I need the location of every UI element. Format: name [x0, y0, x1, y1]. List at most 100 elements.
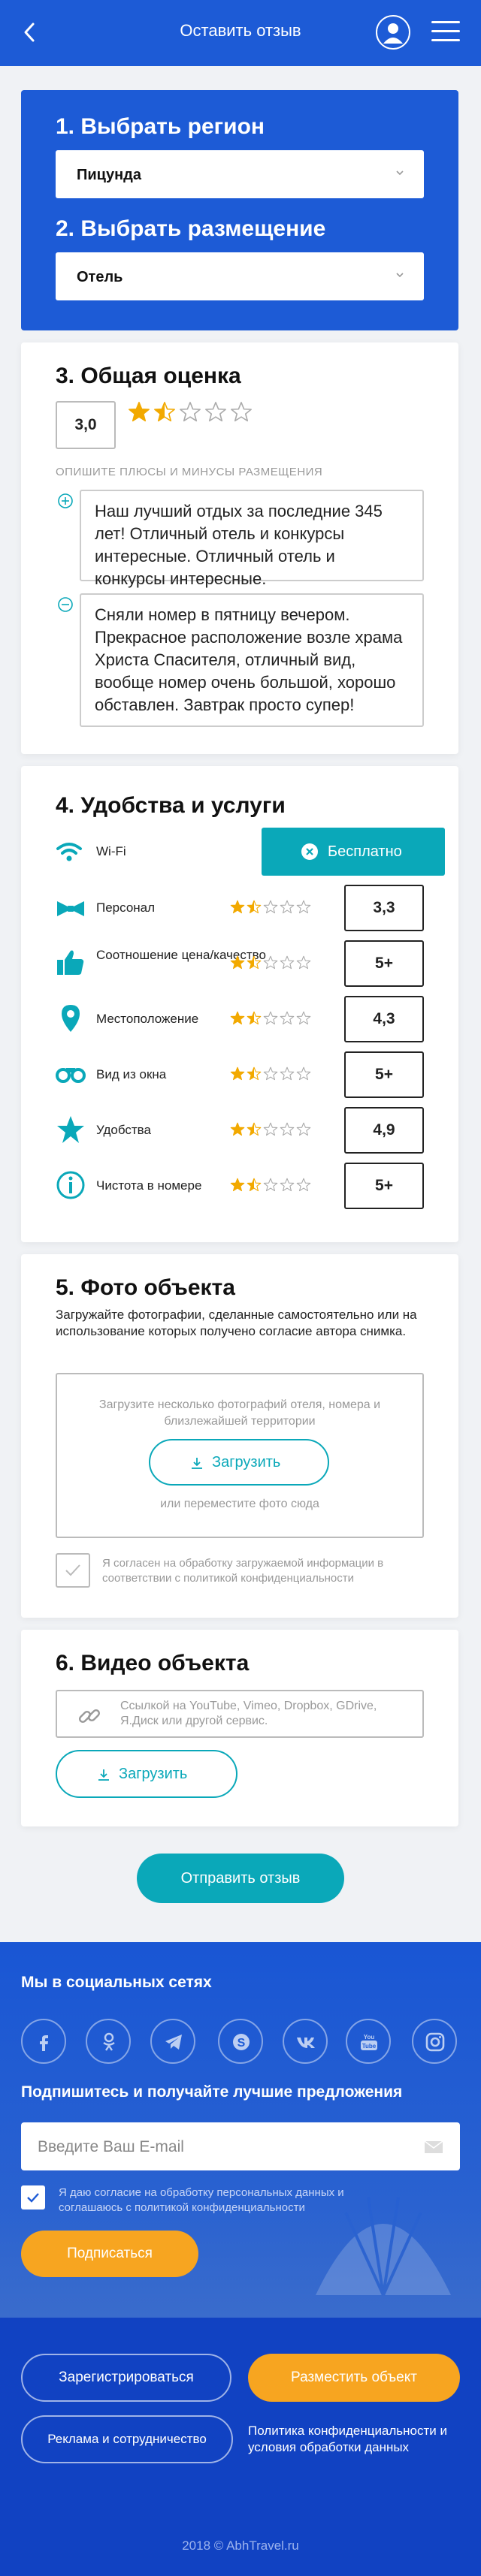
photo-consent-text: Я согласен на обработку загружаемой инфо…	[102, 1557, 384, 1585]
rating-star-icon[interactable]	[280, 1122, 295, 1137]
privacy-link[interactable]: Политика конфиденциальности и условия об…	[248, 2423, 460, 2456]
region-value: Пицунда	[77, 167, 141, 183]
chevron-down-icon	[396, 170, 404, 176]
amenity-stars[interactable]	[230, 955, 311, 970]
rating-star-icon[interactable]	[179, 401, 201, 424]
rating-star-icon[interactable]	[296, 1066, 311, 1081]
mail-icon	[424, 2140, 443, 2153]
pros-textarea[interactable]: Наш лучший отдых за последние 345 лет! О…	[80, 490, 424, 588]
rating-star-icon[interactable]	[280, 900, 295, 915]
vk-icon[interactable]	[283, 2019, 328, 2064]
cons-textarea[interactable]: Сняли номер в пятницу вечером. Прекрасно…	[80, 593, 424, 727]
amenity-row: Местоположение 4,3	[56, 996, 424, 1042]
rating-star-icon[interactable]	[263, 1066, 278, 1081]
video-link-input[interactable]: Ссылкой на YouTube, Vimeo, Dropbox, GDri…	[56, 1690, 424, 1738]
menu-icon[interactable]	[431, 21, 460, 44]
amenity-stars[interactable]	[230, 1066, 311, 1081]
amenity-label: Вид из окна	[96, 1067, 167, 1081]
instagram-icon[interactable]	[412, 2019, 457, 2064]
amenity-stars[interactable]	[230, 1011, 311, 1026]
odnoklassniki-icon[interactable]	[86, 2019, 131, 2064]
rating-star-icon[interactable]	[247, 1011, 262, 1026]
rating-star-icon[interactable]	[280, 1178, 295, 1193]
rating-star-icon[interactable]	[280, 955, 295, 970]
rating-star-icon[interactable]	[280, 1011, 295, 1026]
skype-icon[interactable]: S	[218, 2019, 263, 2064]
photo-upload-button[interactable]: Загрузить	[149, 1439, 329, 1486]
subscribe-button[interactable]: Подписаться	[21, 2231, 198, 2277]
rating-star-icon[interactable]	[263, 1011, 278, 1026]
amenity-stars[interactable]	[230, 1122, 311, 1137]
social-heading: Мы в социальных сетях	[21, 1974, 212, 1991]
rating-star-icon[interactable]	[296, 1178, 311, 1193]
rating-star-icon[interactable]	[263, 1122, 278, 1137]
rating-star-icon[interactable]	[296, 1011, 311, 1026]
amenity-label: Удобства	[96, 1123, 151, 1137]
rating-star-icon[interactable]	[296, 955, 311, 970]
place-object-button[interactable]: Разместить объект	[248, 2354, 460, 2402]
user-avatar-icon[interactable]	[376, 15, 410, 50]
placement-heading: 2. Выбрать размещение	[56, 216, 326, 241]
region-select[interactable]: Пицунда	[56, 150, 424, 198]
photo-heading: 5. Фото объекта	[56, 1275, 235, 1300]
rating-star-icon[interactable]	[230, 1178, 245, 1193]
drag-hint: или переместите фото сюда	[160, 1498, 319, 1510]
photo-dropzone[interactable]: Загрузите несколько фотографий отеля, но…	[56, 1373, 424, 1538]
rating-star-icon[interactable]	[247, 955, 262, 970]
check-icon	[27, 2193, 39, 2203]
rating-star-icon[interactable]	[280, 1066, 295, 1081]
upload-icon	[98, 1769, 109, 1781]
overall-heading: 3. Общая оценка	[56, 363, 241, 388]
video-upload-button[interactable]: Загрузить	[56, 1750, 237, 1798]
overall-card: 3. Общая оценка 3,0 ОПИШИТЕ ПЛЮСЫ И МИНУ…	[21, 342, 458, 754]
placement-select[interactable]: Отель	[56, 252, 424, 300]
youtube-icon[interactable]: You Tube	[346, 2019, 391, 2064]
wifi-free-toggle[interactable]: Бесплатно	[262, 828, 445, 876]
rating-star-icon[interactable]	[230, 955, 245, 970]
subscribe-consent-checkbox[interactable]	[21, 2185, 45, 2210]
top-bar: Оставить отзыв	[0, 0, 481, 66]
free-label: Бесплатно	[328, 843, 402, 860]
register-button[interactable]: Зарегистрироваться	[21, 2354, 231, 2402]
rating-star-icon[interactable]	[230, 900, 245, 915]
rating-star-icon[interactable]	[204, 401, 227, 424]
subscribe-heading: Подпишитесь и получайте лучшие предложен…	[21, 2083, 403, 2101]
submit-review-button[interactable]: Отправить отзыв	[137, 1854, 344, 1903]
overall-stars[interactable]	[128, 401, 253, 424]
facebook-icon[interactable]	[21, 2019, 66, 2064]
rating-star-icon[interactable]	[128, 401, 150, 424]
amenities-card: 4. Удобства и услуги Wi-Fi Бесплатно Пер…	[21, 766, 458, 1242]
rating-star-icon[interactable]	[247, 1178, 262, 1193]
email-input[interactable]: Введите Ваш E-mail	[21, 2122, 460, 2170]
amenity-row: Чистота в номере 5+	[56, 1163, 424, 1209]
ads-button[interactable]: Реклама и сотрудничество	[21, 2415, 233, 2463]
svg-text:S: S	[237, 2037, 246, 2050]
video-heading: 6. Видео объекта	[56, 1651, 250, 1676]
amenity-stars[interactable]	[230, 900, 311, 915]
rating-star-icon[interactable]	[296, 1122, 311, 1137]
rating-star-icon[interactable]	[263, 900, 278, 915]
amenity-score: 3,3	[344, 885, 424, 931]
rating-star-icon[interactable]	[247, 1122, 262, 1137]
upload-label: Загрузить	[119, 1766, 188, 1782]
rating-star-icon[interactable]	[230, 401, 253, 424]
rating-star-icon[interactable]	[230, 1066, 245, 1081]
wifi-label: Wi-Fi	[96, 844, 126, 858]
rating-star-icon[interactable]	[263, 1178, 278, 1193]
rating-star-icon[interactable]	[230, 1011, 245, 1026]
star-icon	[57, 1116, 84, 1143]
rating-star-icon[interactable]	[230, 1122, 245, 1137]
telegram-icon[interactable]	[150, 2019, 195, 2064]
rating-star-icon[interactable]	[263, 955, 278, 970]
amenity-score: 5+	[344, 1051, 424, 1098]
rating-star-icon[interactable]	[247, 1066, 262, 1081]
rating-star-icon[interactable]	[296, 900, 311, 915]
rating-star-icon[interactable]	[247, 900, 262, 915]
svg-text:Tube: Tube	[362, 2043, 377, 2050]
amenity-stars[interactable]	[230, 1178, 311, 1193]
amenity-label: Чистота в номере	[96, 1178, 202, 1193]
rating-star-icon[interactable]	[153, 401, 176, 424]
photo-consent-checkbox[interactable]	[56, 1553, 90, 1588]
amenity-score: 4,3	[344, 996, 424, 1042]
amenity-row: Персонал 3,3	[56, 885, 424, 931]
